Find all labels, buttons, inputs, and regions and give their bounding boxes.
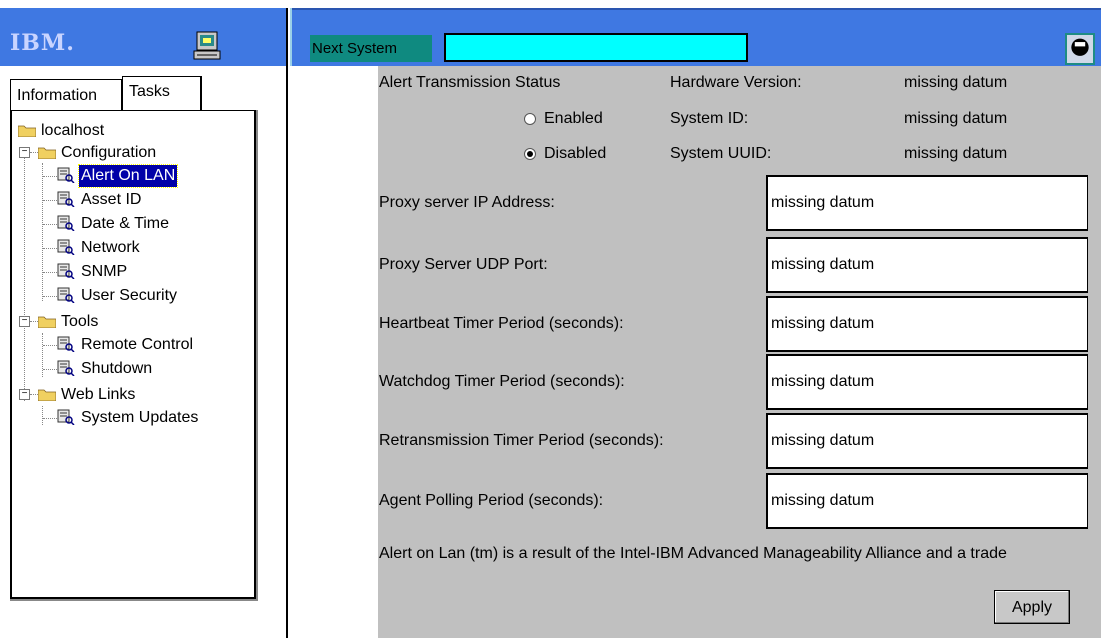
tree-connector [42,333,43,377]
collapse-icon[interactable]: − [19,389,30,400]
task-icon [57,336,75,352]
tree-label: Asset ID [81,191,142,208]
radio-enabled-label: Enabled [544,110,603,127]
tree-label: Tools [61,313,99,330]
tree-item-remote-control[interactable]: Remote Control [57,334,195,356]
computer-icon [193,31,221,60]
tree-label: System Updates [81,409,199,426]
tab-information[interactable]: Information [10,79,122,111]
tree-label: localhost [41,122,105,139]
alert-status-label: Alert Transmission Status [379,74,561,91]
task-icon [57,263,75,279]
tree-label: Configuration [61,144,157,161]
tree-item-user-security[interactable]: User Security [57,285,179,307]
agent-polling-label: Agent Polling Period (seconds): [379,492,604,509]
hardware-version-label: Hardware Version: [670,74,802,91]
task-icon [57,167,75,183]
tree-label: Remote Control [81,336,194,353]
tree-connector [24,151,25,401]
tree-label: SNMP [81,263,128,280]
system-id-label: System ID: [670,110,749,127]
watchdog-timer-field[interactable]: missing datum [766,354,1088,410]
ibm-logo: IBM. [10,30,75,56]
proxy-ip-field[interactable]: missing datum [766,175,1088,231]
retransmission-timer-field[interactable]: missing datum [766,413,1088,469]
tree-item-shutdown[interactable]: Shutdown [57,358,154,380]
tree-item-system-updates[interactable]: System Updates [57,407,200,429]
hardware-version-value: missing datum [904,74,1008,91]
next-system-label: Next System [310,35,432,62]
watchdog-timer-label: Watchdog Timer Period (seconds): [379,373,625,390]
proxy-port-field[interactable]: missing datum [766,237,1088,293]
next-system-input[interactable] [444,33,748,62]
task-icon [57,215,75,231]
folder-open-icon [38,389,56,401]
folder-icon [18,125,36,137]
tree-item-asset-id[interactable]: Asset ID [57,189,143,211]
system-uuid-value: missing datum [904,145,1008,162]
task-icon [57,409,75,425]
task-tree: localhost − Configuration Alert On LAN A… [10,110,256,599]
system-uuid-label: System UUID: [670,145,772,162]
tree-item-snmp[interactable]: SNMP [57,261,129,283]
agent-polling-field[interactable]: missing datum [766,473,1088,529]
tree-node-configuration[interactable]: Configuration [38,142,158,164]
tab-tasks[interactable]: Tasks [122,76,202,111]
tree-label: Web Links [61,386,136,403]
task-icon [57,360,75,376]
task-icon [57,191,75,207]
tree-label: Shutdown [81,360,153,377]
proxy-port-label: Proxy Server UDP Port: [379,256,548,273]
retransmission-timer-label: Retransmission Timer Period (seconds): [379,432,664,449]
task-icon [57,287,75,303]
tree-label: User Security [81,287,178,304]
radio-disabled[interactable] [524,148,536,160]
radio-disabled-label: Disabled [544,145,607,162]
tree-node-localhost[interactable]: localhost [18,120,106,142]
tree-connector [42,163,43,301]
heartbeat-timer-label: Heartbeat Timer Period (seconds): [379,315,624,332]
collapse-icon[interactable]: − [19,147,30,158]
task-icon [57,239,75,255]
top-toolbar: Next System [292,8,1101,68]
heartbeat-timer-field[interactable]: missing datum [766,296,1088,352]
navigation-panel: Information Tasks localhost − Configurat… [0,66,286,638]
folder-open-icon [38,316,56,328]
tree-item-network[interactable]: Network [57,237,142,259]
tree-label: Date & Time [81,215,170,232]
apply-button[interactable]: Apply [994,590,1070,624]
collapse-icon[interactable]: − [19,316,30,327]
tree-connector [42,406,43,425]
tree-label: Alert On LAN [77,164,179,188]
brand-header: IBM. [0,8,286,66]
help-icon[interactable] [1065,33,1095,65]
footnote-text: Alert on Lan (tm) is a result of the Int… [379,545,1007,562]
tree-node-web-links[interactable]: Web Links [38,384,137,406]
folder-open-icon [38,147,56,159]
system-id-value: missing datum [904,110,1008,127]
tree-label: Network [81,239,140,256]
proxy-ip-label: Proxy server IP Address: [379,194,555,211]
tree-item-alert-on-lan[interactable]: Alert On LAN [57,164,179,188]
tree-item-date-time[interactable]: Date & Time [57,213,171,235]
radio-enabled[interactable] [524,113,536,125]
tree-node-tools[interactable]: Tools [38,311,100,333]
